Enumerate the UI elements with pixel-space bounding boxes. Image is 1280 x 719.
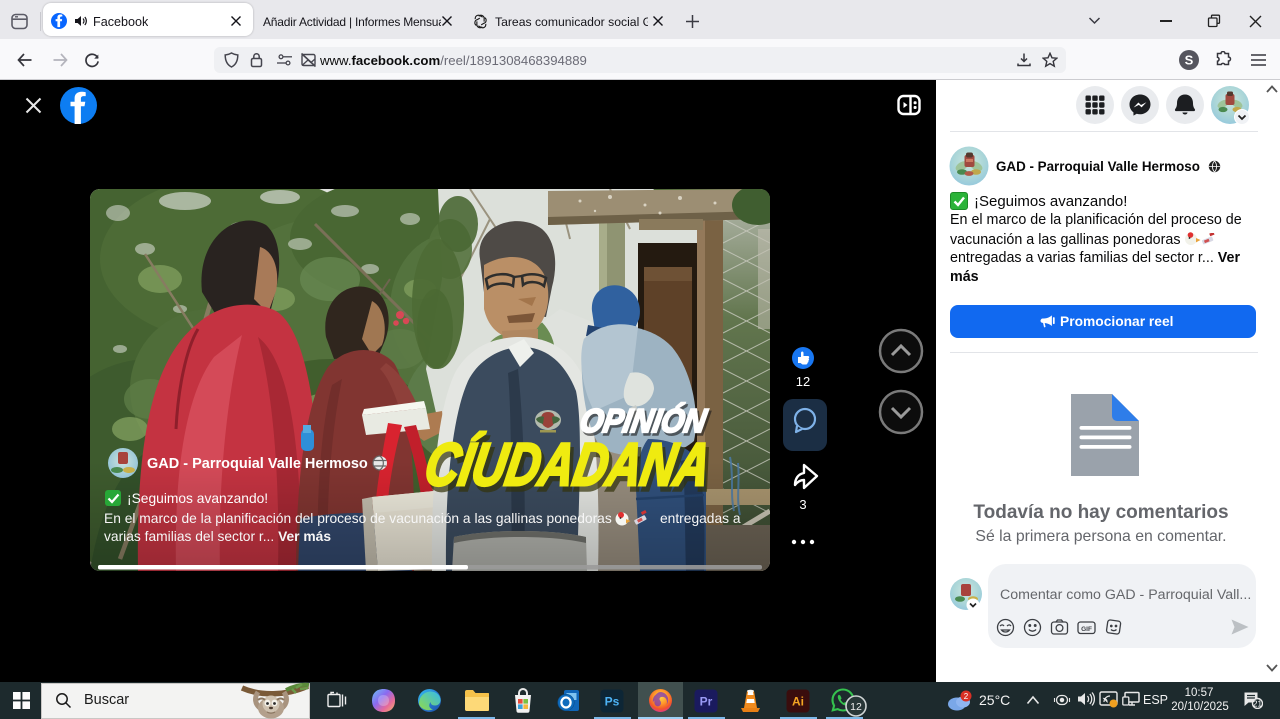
svg-text:2: 2 [964, 692, 969, 701]
svg-text:GIF: GIF [1081, 626, 1092, 633]
svg-text:3: 3 [799, 497, 806, 512]
svg-text:Ai: Ai [792, 695, 804, 709]
svg-text:En el marco de la planificació: En el marco de la planificación del proc… [104, 511, 612, 526]
svg-text:GAD - Parroquial Valle Hermoso: GAD - Parroquial Valle Hermoso [147, 456, 368, 472]
svg-text:¡Seguimos avanzando!: ¡Seguimos avanzando! [127, 491, 268, 506]
svg-text:entregadas a: entregadas a [660, 511, 741, 526]
svg-text:12: 12 [850, 701, 862, 713]
svg-text:Ps: Ps [605, 695, 620, 709]
svg-text:12: 12 [796, 374, 810, 389]
svg-text:S: S [1185, 53, 1194, 68]
svg-text:21: 21 [1253, 700, 1262, 709]
svg-text:Pr: Pr [700, 695, 713, 709]
svg-text:CÍUDADANA: CÍUDADANA [420, 431, 715, 498]
svg-text:varias familias del sector r..: varias familias del sector r... Ver más [104, 529, 331, 544]
